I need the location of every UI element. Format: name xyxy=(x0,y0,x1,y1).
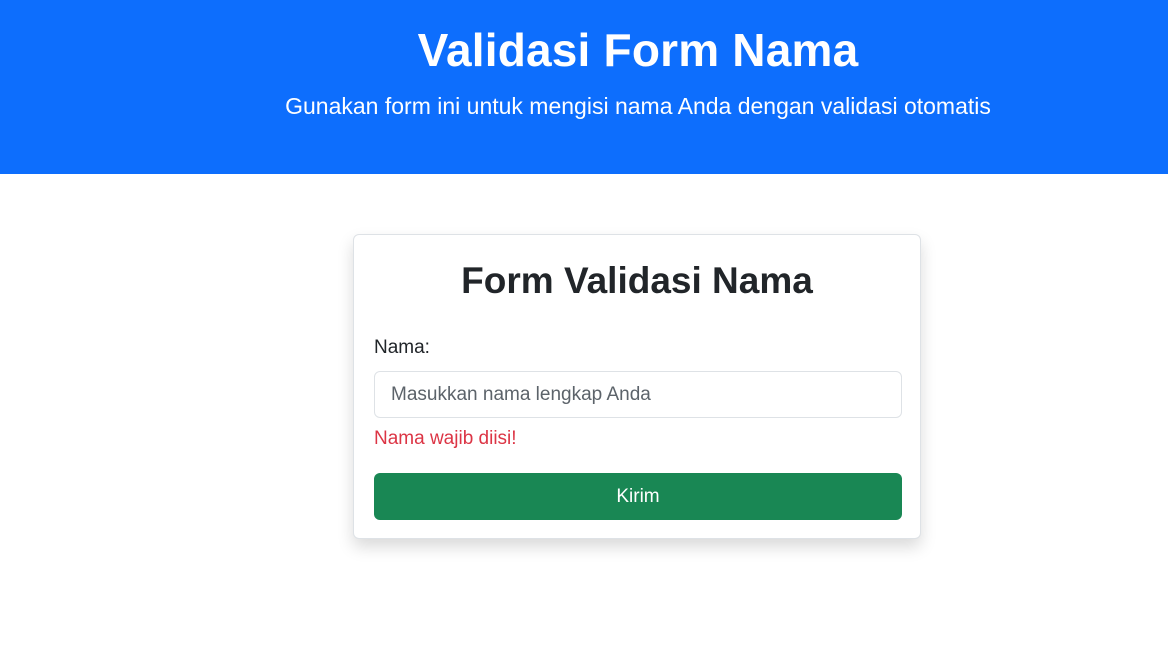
name-error-message: Nama wajib diisi! xyxy=(374,428,517,449)
name-input[interactable] xyxy=(374,371,902,418)
page-title: Validasi Form Nama xyxy=(417,24,859,76)
submit-button[interactable]: Kirim xyxy=(374,473,902,520)
page-subtitle: Gunakan form ini untuk mengisi nama Anda… xyxy=(285,93,991,119)
hero-banner: Validasi Form Nama Gunakan form ini untu… xyxy=(0,0,1168,174)
form-title: Form Validasi Nama xyxy=(461,260,813,301)
form-card: Form Validasi Nama Nama: Nama wajib diis… xyxy=(353,234,921,539)
name-label: Nama: xyxy=(374,337,430,358)
